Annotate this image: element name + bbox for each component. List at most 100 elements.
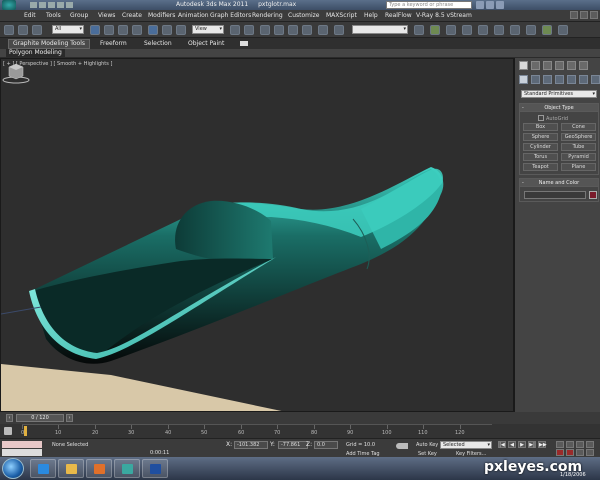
window-crossing-icon[interactable] xyxy=(132,25,142,35)
tube-button[interactable]: Tube xyxy=(561,143,596,151)
unlink-icon[interactable] xyxy=(32,25,42,35)
object-type-title[interactable]: Object Type xyxy=(520,104,598,112)
curve-editor-icon[interactable] xyxy=(462,25,472,35)
helpers-icon[interactable] xyxy=(567,75,576,84)
menu-animation[interactable]: Animation xyxy=(178,12,209,19)
taskbar-photoshop[interactable] xyxy=(142,459,168,478)
taskbar-media-player[interactable] xyxy=(86,459,112,478)
named-selection-sets-dropdown[interactable] xyxy=(352,25,408,34)
search-input[interactable]: Type a keyword or phrase xyxy=(386,1,472,9)
teapot-button[interactable]: Teapot xyxy=(523,163,558,171)
ribbon-minimize-toggle[interactable] xyxy=(240,41,248,46)
maximize-viewport-icon[interactable] xyxy=(586,441,594,448)
start-button-icon[interactable] xyxy=(2,458,24,479)
auto-key-button[interactable]: Auto Key xyxy=(416,442,438,448)
prev-frame-arrow-icon[interactable]: ‹ xyxy=(6,414,13,422)
undo-icon[interactable] xyxy=(57,2,64,8)
sphere-button[interactable]: Sphere xyxy=(523,133,558,141)
orbit-icon[interactable] xyxy=(576,441,584,448)
zoom-all-icon[interactable] xyxy=(566,449,574,456)
open-file-icon[interactable] xyxy=(39,2,46,8)
systems-icon[interactable] xyxy=(591,75,600,84)
minimize-icon[interactable] xyxy=(570,11,578,19)
help-icon[interactable] xyxy=(496,1,504,9)
teapot-render-icon[interactable] xyxy=(558,25,568,35)
select-by-name-icon[interactable] xyxy=(104,25,114,35)
binoculars-icon[interactable] xyxy=(476,1,484,9)
render-setup-icon[interactable] xyxy=(510,25,520,35)
material-editor-icon[interactable] xyxy=(494,25,504,35)
z-coord-field[interactable]: 0.0 xyxy=(314,441,338,449)
modify-tab-icon[interactable] xyxy=(531,61,540,70)
set-key-icon[interactable] xyxy=(396,443,408,449)
snaps-toggle-icon[interactable] xyxy=(260,25,270,35)
polygon-modeling-panel[interactable]: Polygon Modeling xyxy=(6,49,65,57)
primitive-category-dropdown[interactable]: Standard Primitives xyxy=(521,90,597,98)
cone-button[interactable]: Cone xyxy=(561,123,596,131)
redo-icon[interactable] xyxy=(66,2,73,8)
time-config-icon[interactable] xyxy=(566,441,574,448)
pan-icon[interactable] xyxy=(586,449,594,456)
schematic-view-icon[interactable] xyxy=(478,25,488,35)
select-object-icon[interactable] xyxy=(90,25,100,35)
plane-button[interactable]: Plane xyxy=(561,163,596,171)
time-slider[interactable]: 0 / 120 xyxy=(16,414,64,422)
menu-edit[interactable]: Edit xyxy=(24,12,36,19)
object-color-swatch[interactable] xyxy=(589,191,597,199)
key-mode-dropdown[interactable]: Selected xyxy=(440,441,492,449)
taskbar-ie[interactable] xyxy=(30,459,56,478)
space-warps-icon[interactable] xyxy=(579,75,588,84)
scale-icon[interactable] xyxy=(176,25,186,35)
menu-views[interactable]: Views xyxy=(98,12,115,19)
menu-realflow[interactable]: RealFlow xyxy=(385,12,412,19)
track-bar[interactable]: 0 10 20 30 40 50 60 70 80 90 100 110 120 xyxy=(0,424,600,438)
utilities-tab-icon[interactable] xyxy=(579,61,588,70)
autogrid-checkbox[interactable]: AutoGrid xyxy=(538,115,568,122)
menu-graph-editors[interactable]: Graph Editors xyxy=(210,12,251,19)
next-frame-arrow-icon[interactable]: › xyxy=(66,414,73,422)
current-frame-marker[interactable] xyxy=(24,426,27,436)
viewcube-icon[interactable] xyxy=(1,59,31,85)
tab-freeform[interactable]: Freeform xyxy=(100,40,127,47)
y-coord-field[interactable]: -77.861 xyxy=(278,441,308,449)
menu-maxscript[interactable]: MAXScript xyxy=(326,12,357,19)
menu-help[interactable]: Help xyxy=(364,12,378,19)
menu-tools[interactable]: Tools xyxy=(46,12,61,19)
shapes-icon[interactable] xyxy=(531,75,540,84)
display-tab-icon[interactable] xyxy=(567,61,576,70)
menu-vray[interactable]: V-Ray 8.5 vStream xyxy=(416,12,472,19)
undo-icon[interactable] xyxy=(4,25,14,35)
maxscript-listener-output[interactable] xyxy=(2,441,42,448)
object-name-input[interactable] xyxy=(524,191,586,199)
zoom-extents-icon[interactable] xyxy=(576,449,584,456)
star-icon[interactable] xyxy=(486,1,494,9)
rotate-icon[interactable] xyxy=(162,25,172,35)
mirror-icon[interactable] xyxy=(334,25,344,35)
frame-number-field[interactable] xyxy=(556,441,564,448)
graphite-toggle-icon[interactable] xyxy=(446,25,456,35)
geometry-icon[interactable] xyxy=(519,75,528,84)
angle-snap-icon[interactable] xyxy=(274,25,284,35)
menu-group[interactable]: Group xyxy=(70,12,88,19)
create-tab-icon[interactable] xyxy=(519,61,528,70)
menu-modifiers[interactable]: Modifiers xyxy=(148,12,175,19)
play-icon[interactable]: ▶ xyxy=(518,441,526,448)
cameras-icon[interactable] xyxy=(555,75,564,84)
new-file-icon[interactable] xyxy=(30,2,37,8)
lights-icon[interactable] xyxy=(543,75,552,84)
frame-ruler[interactable]: 0 10 20 30 40 50 60 70 80 90 100 110 120 xyxy=(21,424,492,438)
name-and-color-title[interactable]: Name and Color xyxy=(520,179,598,187)
percent-snap-icon[interactable] xyxy=(288,25,298,35)
pivot-center-icon[interactable] xyxy=(230,25,240,35)
render-production-icon[interactable] xyxy=(542,25,552,35)
reference-coordinate-dropdown[interactable]: View xyxy=(192,25,224,34)
layer-manager-icon[interactable] xyxy=(430,25,440,35)
close-icon[interactable] xyxy=(590,11,598,19)
maxscript-mini-listener[interactable] xyxy=(2,449,42,456)
menu-rendering[interactable]: Rendering xyxy=(252,12,283,19)
next-frame-icon[interactable]: ▶| xyxy=(528,441,536,448)
track-bar-icon[interactable] xyxy=(4,427,12,435)
taskbar-3dsmax[interactable] xyxy=(114,459,140,478)
go-to-start-icon[interactable]: |◀ xyxy=(498,441,506,448)
app-logo-icon[interactable] xyxy=(2,0,16,10)
